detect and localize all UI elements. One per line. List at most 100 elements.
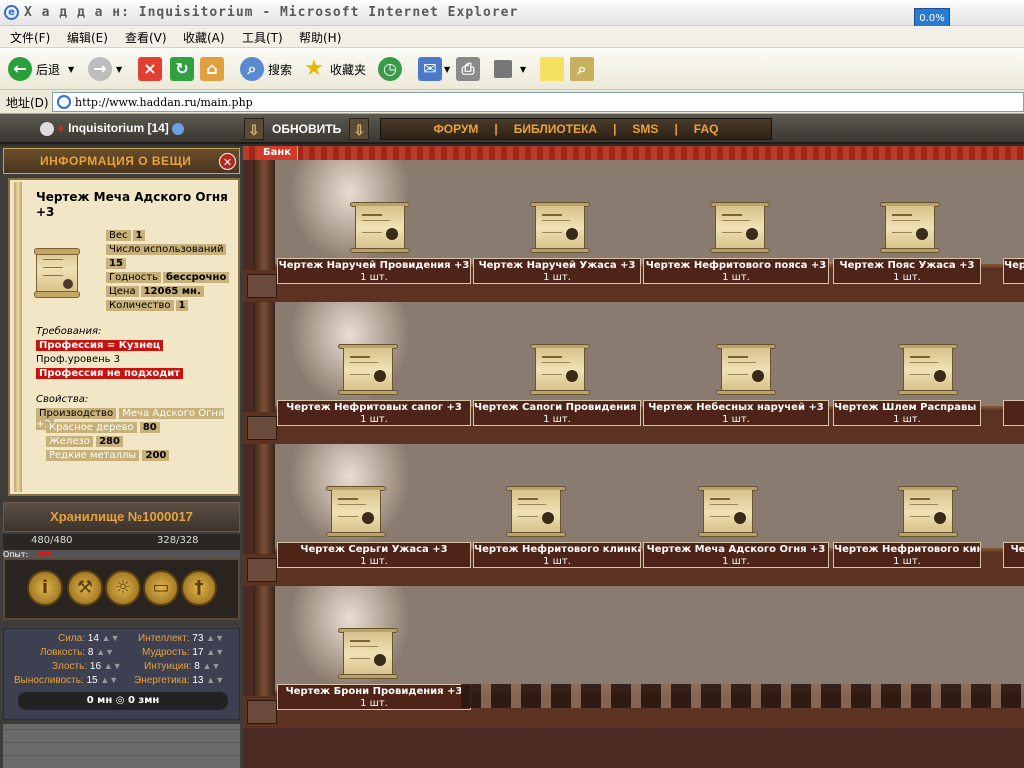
blueprint-scroll-icon[interactable] — [338, 628, 398, 682]
shelf-item-label[interactable]: Че — [1003, 542, 1024, 568]
stat-stamina: Выносливость: 15 ▲▼ — [14, 675, 119, 686]
info-button[interactable]: i — [27, 570, 63, 606]
blueprint-scroll-icon[interactable] — [350, 202, 410, 256]
info-icon[interactable] — [171, 122, 184, 135]
shelf-item-label[interactable]: Чертеж Брони Провидения +3 1 шт. — [277, 684, 471, 710]
shelf-item-label[interactable]: Чертеж Нефритового кинжала +31 шт. — [833, 542, 981, 568]
blueprint-scroll-icon[interactable] — [506, 486, 566, 540]
blueprint-scroll-icon[interactable] — [698, 486, 758, 540]
refresh-button[interactable]: ↻ — [170, 54, 194, 84]
shelf-item-label[interactable]: Чертеж Небесных наручей +3 1 шт. — [643, 400, 829, 426]
shelf-item-label[interactable]: Чертеж Серьги Ужаса +3 1 шт. — [277, 542, 471, 568]
stat-energy: Энергетика: 13 ▲▼ — [134, 675, 225, 686]
menu-file[interactable]: 文件(F) — [10, 29, 50, 46]
shelf-arrow — [247, 274, 277, 298]
mp-value: 328/328 — [157, 535, 199, 546]
blueprint-scroll-icon[interactable] — [710, 202, 770, 256]
item-name-label: Чертеж Нефритового кинжала +3 — [834, 544, 980, 555]
shelf-arrow — [247, 700, 277, 724]
menu-favorites[interactable]: 收藏(A) — [183, 29, 225, 46]
blueprint-scroll-icon[interactable] — [530, 202, 590, 256]
shelf-item-label[interactable] — [1003, 400, 1024, 426]
item-name-label: Чертеж Сапоги Провидения +3 — [474, 402, 641, 413]
stop-button[interactable]: × — [138, 54, 162, 84]
blueprint-scroll-icon[interactable] — [326, 486, 386, 540]
history-icon: ◷ — [378, 57, 402, 81]
user-info[interactable]: ♦ Inquisitorium [14] — [40, 121, 184, 136]
status-icon — [40, 121, 54, 136]
item-quantity: 1 шт. — [360, 698, 388, 709]
item-name-label: Чертеж Шлем Расправы +3 — [834, 402, 981, 413]
sword-button[interactable]: † — [181, 570, 217, 606]
mail-button[interactable]: ✉ ▼ — [418, 54, 450, 84]
game-links: ФОРУМ | БИБЛИОТЕКА | SMS | FAQ — [380, 118, 772, 140]
item-name-label: Чертеж Нефритовых сапог +3 — [286, 402, 462, 413]
back-button[interactable]: ← 后退 ▼ — [8, 54, 74, 84]
inventory-button[interactable]: ⚒ — [67, 570, 103, 606]
shelf-item-label[interactable]: Чертеж Нефритового клинка +31 шт. — [473, 542, 641, 568]
blueprint-scroll-icon[interactable] — [530, 344, 590, 398]
note-icon — [540, 57, 564, 81]
item-name-label: Чертеж — [1004, 260, 1024, 271]
shelf-item-label[interactable]: Чертеж Нефритового пояса +3 1 шт. — [643, 258, 829, 284]
menu-help[interactable]: 帮助(H) — [299, 29, 341, 46]
item-quantity: 1 шт. — [543, 414, 571, 425]
link-forum[interactable]: ФОРУМ — [434, 122, 479, 136]
shelf-item-label[interactable]: Чертеж — [1003, 258, 1024, 284]
shelf-item-label[interactable]: Чертеж Наручей Ужаса +3 1 шт. — [473, 258, 641, 284]
down-arrow-icon: ⇩ — [349, 118, 370, 140]
page-icon — [57, 95, 71, 109]
card-spine — [14, 182, 22, 492]
item-quantity: 1 шт. — [360, 556, 388, 567]
blueprint-scroll-icon[interactable] — [898, 486, 958, 540]
book-button[interactable]: ▭ — [143, 570, 179, 606]
properties-label: Свойства: — [36, 394, 89, 405]
history-button[interactable]: ◷ — [378, 54, 402, 84]
research-button[interactable]: ⌕ — [570, 54, 594, 84]
shelf-item-label[interactable]: Чертеж Пояс Ужаса +3 1 шт. — [833, 258, 981, 284]
blueprint-scroll-icon[interactable] — [716, 344, 776, 398]
shelf-item-label[interactable]: Чертеж Шлем Расправы +3 1 шт. — [833, 400, 981, 426]
menu-tools[interactable]: 工具(T) — [242, 29, 283, 46]
print-button[interactable]: ⎙ — [456, 54, 480, 84]
storage-title: Хранилище №1000017 — [3, 502, 240, 532]
bank-tab[interactable]: Банк — [257, 146, 299, 160]
close-icon[interactable]: ✕ — [219, 153, 236, 170]
material-2: Железо 280 — [46, 436, 123, 447]
stop-icon: × — [138, 57, 162, 81]
shelf-item-label[interactable]: Чертеж Меча Адского Огня +3 1 шт. — [643, 542, 829, 568]
decorative-glyph-border — [461, 684, 1024, 708]
blueprint-scroll-icon[interactable] — [898, 344, 958, 398]
address-input[interactable]: http://www.haddan.ru/main.php — [52, 92, 1024, 112]
item-info-header: ИНФОРМАЦИЯ О ВЕЩИ ✕ — [3, 148, 240, 174]
blueprint-scroll-icon[interactable] — [338, 344, 398, 398]
shelf-item-label[interactable]: Чертеж Сапоги Провидения +3 1 шт. — [473, 400, 641, 426]
material-1: Красное дерево 80 — [46, 422, 160, 433]
address-bar: 地址(D) http://www.haddan.ru/main.php — [0, 90, 1024, 114]
shelf-item-label[interactable]: Чертеж Нефритовых сапог +3 1 шт. — [277, 400, 471, 426]
sun-button[interactable]: ☼ — [105, 570, 141, 606]
item-name-label: Чертеж Меча Адского Огня +3 — [646, 544, 826, 555]
home-button[interactable]: ⌂ — [200, 54, 224, 84]
item-quantity: 1 шт. — [893, 272, 921, 283]
stat-strength: Сила: 14 ▲▼ — [58, 633, 120, 644]
menu-edit[interactable]: 编辑(E) — [67, 29, 108, 46]
game-topbar: ♦ Inquisitorium [14] ⇩ ОБНОВИТЬ ⇩ ФОРУМ | БИБ… — [0, 114, 1024, 144]
forward-button[interactable]: → ▼ — [88, 54, 122, 84]
link-sms[interactable]: SMS — [632, 122, 658, 136]
prop-quantity: Количество 1 — [106, 300, 189, 311]
blueprint-scroll-icon[interactable] — [880, 202, 940, 256]
home-icon: ⌂ — [200, 57, 224, 81]
discuss-button[interactable] — [540, 54, 564, 84]
favorites-button[interactable]: ★ 收藏夹 — [302, 54, 366, 84]
link-faq[interactable]: FAQ — [694, 122, 719, 136]
menu-view[interactable]: 查看(V) — [125, 29, 167, 46]
item-name-label: Чертеж Наручей Провидения +3 — [278, 260, 470, 271]
material-3: Редкие металлы 200 — [46, 450, 170, 461]
refresh-game-button[interactable]: ⇩ ОБНОВИТЬ ⇩ — [244, 118, 370, 140]
req-level: Проф.уровень 3 — [36, 354, 121, 365]
link-library[interactable]: БИБЛИОТЕКА — [514, 122, 597, 136]
shelf-item-label[interactable]: Чертеж Наручей Провидения +3 1 шт. — [277, 258, 471, 284]
edit-button[interactable]: ▼ — [494, 54, 526, 84]
search-button[interactable]: ⌕ 搜索 — [240, 54, 292, 84]
